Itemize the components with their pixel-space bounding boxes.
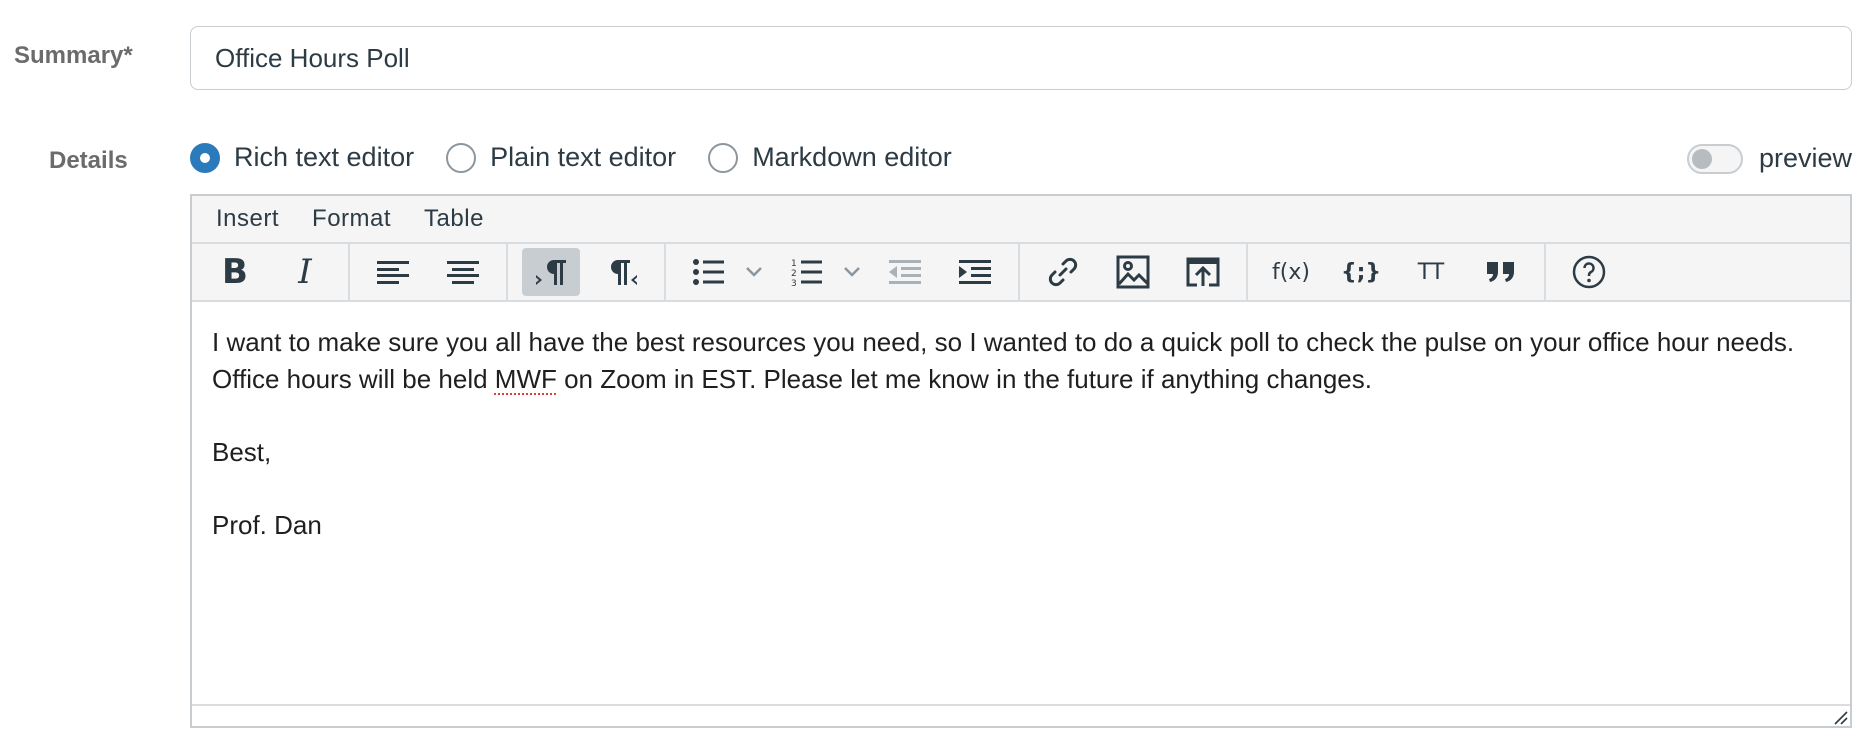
italic-button[interactable]: I [276,248,334,296]
numbered-list-icon: 123 [791,259,822,286]
resize-handle-icon[interactable] [1832,709,1848,725]
rich-text-editor-radio[interactable] [190,142,220,173]
align-center-button[interactable] [434,248,492,296]
bold-button[interactable]: B [206,248,264,296]
toolbar-group-help [1546,244,1632,300]
align-left-button[interactable] [364,248,422,296]
ltr-icon [536,260,566,285]
editor-menubar: Insert Format Table [192,196,1850,244]
font-size-button[interactable]: TT [1402,248,1460,296]
outdent-icon [889,260,921,284]
toolbar-group-direction [508,244,666,300]
editor-type-radio-group: Rich text editor Plain text editor Markd… [190,142,984,173]
italic-icon: I [298,252,312,292]
chevron-down-icon [746,267,762,277]
embed-button[interactable]: {;} [1332,248,1390,296]
outdent-button[interactable] [876,248,934,296]
embed-icon: {;} [1340,259,1382,285]
menu-insert[interactable]: Insert [216,205,279,233]
markdown-editor-label: Markdown editor [752,142,952,172]
body-text-part-2: on Zoom in EST. Please let me know in th… [556,364,1372,394]
link-button[interactable] [1034,248,1092,296]
menu-table[interactable]: Table [424,205,484,233]
toolbar-group-lists: 123 [666,244,1020,300]
toolbar-group-media [1020,244,1248,300]
help-icon [1572,255,1606,289]
math-icon: f(x) [1272,259,1310,285]
editor-statusbar [192,704,1850,726]
misspelled-word: MWF [494,364,557,394]
editor-toolbar: B I 1 2 3 f(x) {;} TT [192,244,1850,302]
bullet-list-icon [693,259,724,285]
chevron-down-icon [844,267,860,277]
image-button[interactable] [1104,248,1162,296]
link-icon [1048,257,1078,287]
bullet-list-dropdown[interactable] [740,248,768,296]
plain-text-editor-option[interactable]: Plain text editor [446,142,676,173]
details-label: Details [49,147,128,174]
upload-icon [1186,257,1220,287]
rich-text-editor-label: Rich text editor [234,142,415,172]
preview-toggle[interactable] [1686,143,1743,174]
quote-icon [1487,262,1514,282]
toolbar-group-text-style: B I [192,244,350,300]
blockquote-button[interactable] [1472,248,1530,296]
editor-content-area[interactable]: I want to make sure you all have the bes… [192,302,1850,700]
numbered-list-dropdown[interactable] [838,248,866,296]
align-left-icon [377,261,409,284]
bold-icon: B [222,252,248,292]
image-icon [1116,255,1150,289]
summary-label: Summary* [14,42,133,69]
closing-line: Best, [212,437,272,467]
svg-text:2: 2 [791,269,797,279]
indent-button[interactable] [946,248,1004,296]
svg-text:1: 1 [791,259,797,269]
align-center-icon [447,261,479,284]
rtl-icon [611,260,637,285]
plain-text-editor-label: Plain text editor [490,142,677,172]
preview-toggle-wrap: preview [1686,143,1852,174]
indent-icon [959,260,991,284]
toolbar-group-align [350,244,508,300]
markdown-editor-option[interactable]: Markdown editor [708,142,952,173]
svg-text:3: 3 [791,279,797,286]
font-size-icon: TT [1417,259,1445,285]
rich-text-editor-option[interactable]: Rich text editor [190,142,414,173]
signature-line: Prof. Dan [212,510,322,540]
math-equation-button[interactable]: f(x) [1262,248,1320,296]
markdown-editor-radio[interactable] [708,142,739,173]
numbered-list-button[interactable]: 123 [778,248,836,296]
summary-input[interactable] [190,26,1852,90]
preview-label: preview [1758,143,1852,173]
bullet-list-button[interactable] [680,248,738,296]
rich-text-editor: Insert Format Table B I 1 2 3 f(x) {;} T… [190,194,1852,728]
help-button[interactable] [1560,248,1618,296]
rtl-button[interactable] [592,248,650,296]
ltr-button[interactable] [522,248,580,296]
menu-format[interactable]: Format [312,205,391,233]
body-paragraph: I want to make sure you all have the bes… [212,324,1830,398]
plain-text-editor-radio[interactable] [446,142,477,173]
upload-document-button[interactable] [1174,248,1232,296]
toolbar-group-insert: f(x) {;} TT [1248,244,1546,300]
